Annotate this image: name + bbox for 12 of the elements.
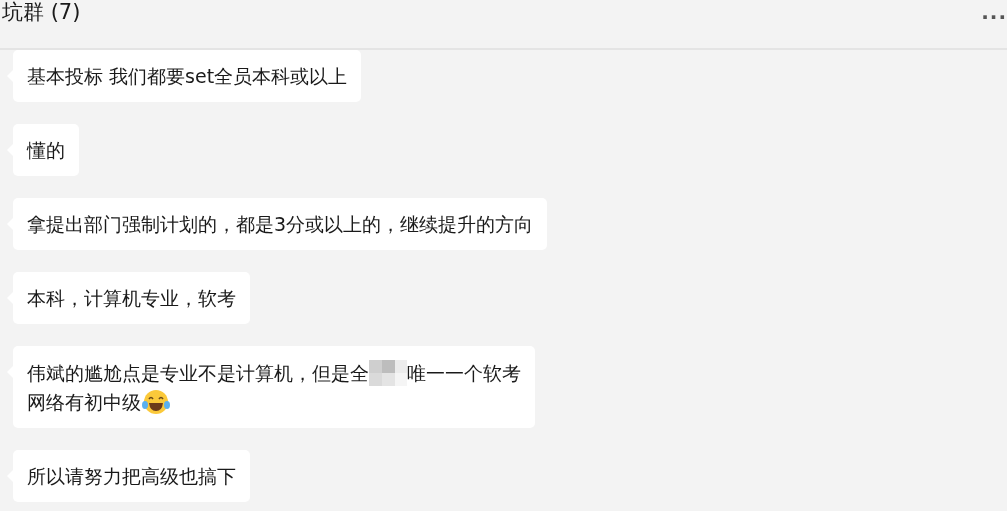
- more-button[interactable]: ...: [981, 2, 1007, 22]
- message-text: 唯一一个软考: [407, 361, 521, 386]
- message-text: 基本投标 我们都要set全员本科或以上: [27, 64, 348, 89]
- chat-title: 坑群 (7): [2, 0, 81, 24]
- laughing-face-icon: [141, 389, 171, 415]
- message-text: 网络有初中级: [27, 390, 141, 415]
- message-text: 所以请努力把高级也搞下: [27, 464, 236, 489]
- message-text: 懂的: [27, 138, 65, 163]
- message-text: 拿提出部门强制计划的，都是3分或以上的，继续提升的方向: [27, 212, 534, 237]
- message-text: 伟斌的尴尬点是专业不是计算机，但是全: [27, 361, 369, 386]
- message-text: 本科，计算机专业，软考: [27, 286, 236, 311]
- blurred-patch: [369, 358, 407, 388]
